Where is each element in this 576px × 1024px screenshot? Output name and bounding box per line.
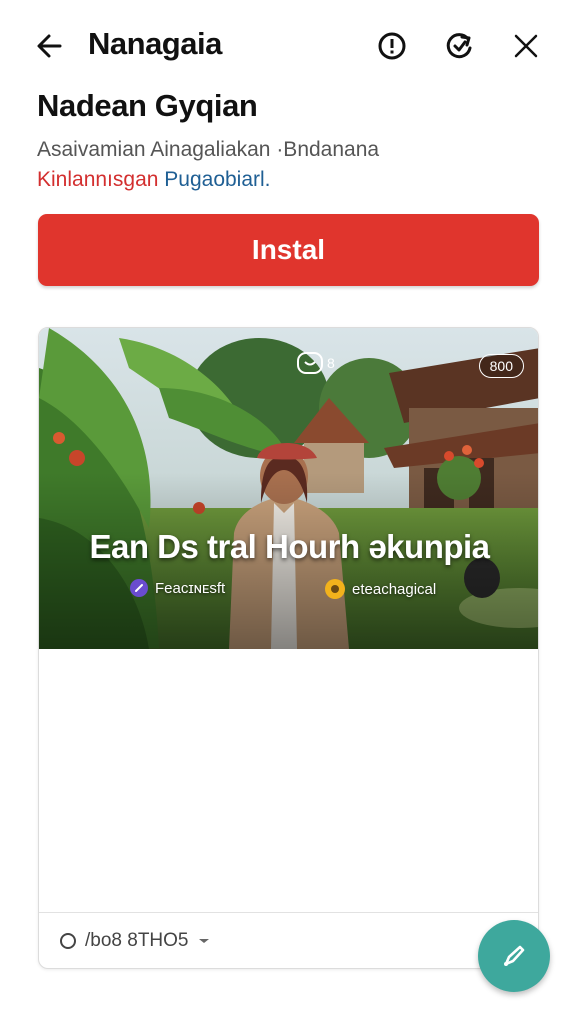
image-overlay-title: Ean Ds tral Hourh əkunpia — [89, 528, 490, 565]
description-red-text: Kinlannısgan — [37, 168, 159, 191]
chip-left-label: Feaᴄɪɴᴇsft — [155, 579, 226, 597]
close-icon[interactable] — [506, 26, 546, 66]
card-footer-label: /bo8 8THO5 — [85, 929, 189, 951]
app-title: Nanagaia — [88, 26, 222, 61]
top-bar: Nanagaia — [0, 0, 576, 90]
pencil-icon — [504, 945, 525, 966]
chip-right-label: eteachagical — [352, 580, 437, 598]
logo-icon — [297, 352, 323, 374]
install-button[interactable]: Instal — [38, 214, 539, 286]
image-badge: 800 — [478, 354, 524, 378]
logo-text: 8 — [327, 355, 335, 371]
description-line: Asaivamian Ainagaliakan ·Bndanana — [37, 138, 380, 161]
edit-fab-button[interactable] — [478, 920, 550, 992]
back-arrow-icon[interactable] — [30, 26, 70, 66]
page-heading: Nadean Gyqian — [37, 88, 258, 123]
preview-card[interactable]: 8 800 Ean Ds tral Hourh əkunpia Feaᴄɪɴᴇs… — [38, 327, 539, 969]
image-logo: 8 — [297, 352, 335, 374]
description-line-colored: Kinlannısgan Pugaobiarl. — [37, 168, 271, 192]
sunflower-icon — [325, 579, 345, 599]
description-blue-text: Pugaobiarl. — [158, 168, 271, 191]
info-icon[interactable] — [372, 26, 412, 66]
share-icon[interactable] — [440, 26, 480, 66]
card-footer[interactable]: /bo8 8THO5 — [39, 912, 538, 968]
chip-left: Feaᴄɪɴᴇsft — [129, 578, 225, 598]
chip-right: eteachagical — [324, 578, 436, 600]
chevron-down-icon — [198, 938, 209, 943]
link-icon — [130, 579, 148, 597]
circle-icon — [60, 932, 76, 949]
preview-image[interactable]: 8 800 Ean Ds tral Hourh əkunpia Feaᴄɪɴᴇs… — [39, 328, 538, 649]
